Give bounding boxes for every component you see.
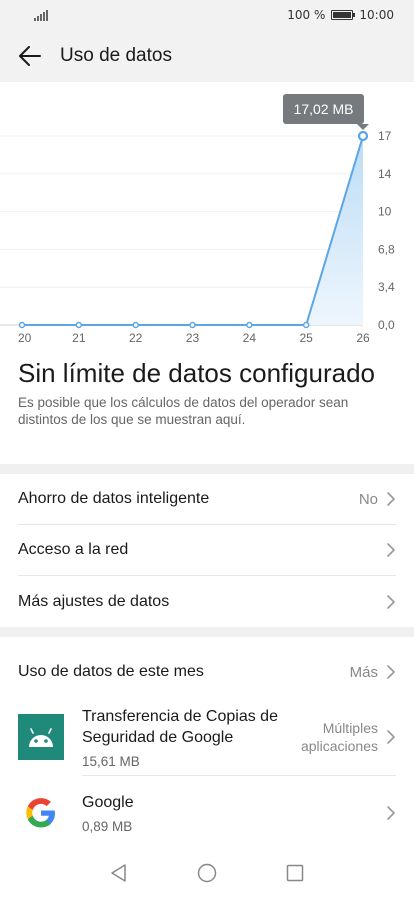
section-divider [0, 464, 414, 474]
app-usage-item[interactable]: Transferencia de Copias de Seguridad de … [0, 700, 414, 774]
y-tick-label: 0,0 [378, 318, 395, 332]
status-bar: 100 % 10:00 [0, 0, 414, 30]
system-nav-bar [0, 849, 414, 897]
chevron-right-icon [387, 594, 395, 609]
x-tick-label: 26 [356, 331, 370, 345]
row-value: No [358, 490, 378, 508]
google-g-icon [26, 798, 55, 828]
monthly-usage-header: Uso de datos de este mes Más [18, 650, 396, 694]
data-limit-title: Sin límite de datos configurado [18, 358, 375, 388]
nav-recents-button[interactable] [282, 860, 308, 886]
triangle-back-icon [111, 864, 126, 882]
monthly-usage-title: Uso de datos de este mes [18, 663, 204, 680]
chevron-right-icon [387, 665, 395, 679]
data-point [75, 321, 83, 329]
row-label: Ahorro de datos inteligente [18, 490, 210, 507]
data-point [357, 130, 369, 142]
usage-area [22, 136, 363, 325]
settings-list: Ahorro de datos inteligente No Acceso a … [0, 474, 414, 627]
x-tick-label: 22 [129, 331, 143, 345]
usage-line [22, 135, 364, 326]
page-title: Uso de datos [60, 45, 172, 66]
chart-tooltip: 17,02 MB [283, 94, 369, 130]
x-tick-label: 21 [72, 331, 86, 345]
app-bar: Uso de datos [0, 30, 414, 82]
nav-home-button[interactable] [194, 860, 220, 886]
y-tick-label: 3,4 [378, 280, 395, 294]
data-usage-chart[interactable]: 20 21 22 23 24 25 26 17 14 10 6,8 3,4 0,0 17,02 MB [0, 82, 414, 352]
app-detail: Múltiples aplicaciones [300, 720, 378, 754]
y-tick-label: 10 [378, 205, 392, 219]
nav-back-button[interactable] [106, 860, 132, 886]
back-button[interactable] [0, 30, 60, 82]
circle-home-icon [197, 863, 217, 883]
data-point [246, 321, 253, 329]
y-tick-label: 6,8 [378, 242, 395, 256]
app-name: Google [82, 794, 134, 811]
x-tick-label: 24 [243, 331, 257, 345]
data-point [132, 321, 139, 329]
section-divider [0, 627, 414, 637]
data-point [189, 321, 196, 329]
app-data-size: 15,61 MB [82, 753, 140, 769]
square-recents-icon [286, 864, 304, 882]
android-icon [18, 714, 64, 760]
x-tick-label: 23 [186, 331, 200, 345]
smart-data-saver-row[interactable]: Ahorro de datos inteligente No [18, 474, 396, 525]
more-button[interactable]: Más [350, 664, 396, 681]
y-tick-label: 17 [378, 129, 392, 143]
battery-percent: 100 % [287, 8, 326, 22]
app-name: Transferencia de Copias de Seguridad de … [82, 707, 278, 746]
signal-icon [34, 9, 48, 21]
row-label: Acceso a la red [18, 541, 129, 558]
x-tick-label: 25 [299, 331, 313, 345]
y-tick-label: 14 [378, 167, 392, 181]
more-label: Más [349, 663, 378, 681]
network-access-row[interactable]: Acceso a la red [18, 525, 396, 576]
x-tick-label: 20 [18, 331, 32, 345]
chevron-right-icon [387, 543, 395, 557]
data-limit-note: Es posible que los cálculos de datos del… [18, 395, 349, 427]
data-point [18, 321, 26, 329]
chevron-right-icon [387, 492, 395, 506]
arrow-left-icon [19, 46, 41, 66]
app-usage-item[interactable]: Google 0,89 MB [0, 778, 414, 848]
app-data-size: 0,89 MB [82, 819, 133, 834]
more-data-settings-row[interactable]: Más ajustes de datos [18, 576, 396, 627]
row-divider [82, 775, 396, 776]
row-label: Más ajustes de datos [18, 592, 170, 610]
battery-icon [331, 10, 356, 20]
data-point [302, 321, 310, 329]
chevron-right-icon [387, 730, 395, 744]
chevron-right-icon [387, 806, 395, 820]
clock: 10:00 [359, 8, 394, 22]
data-limit-summary: Sin límite de datos configurado Es posib… [18, 356, 398, 428]
